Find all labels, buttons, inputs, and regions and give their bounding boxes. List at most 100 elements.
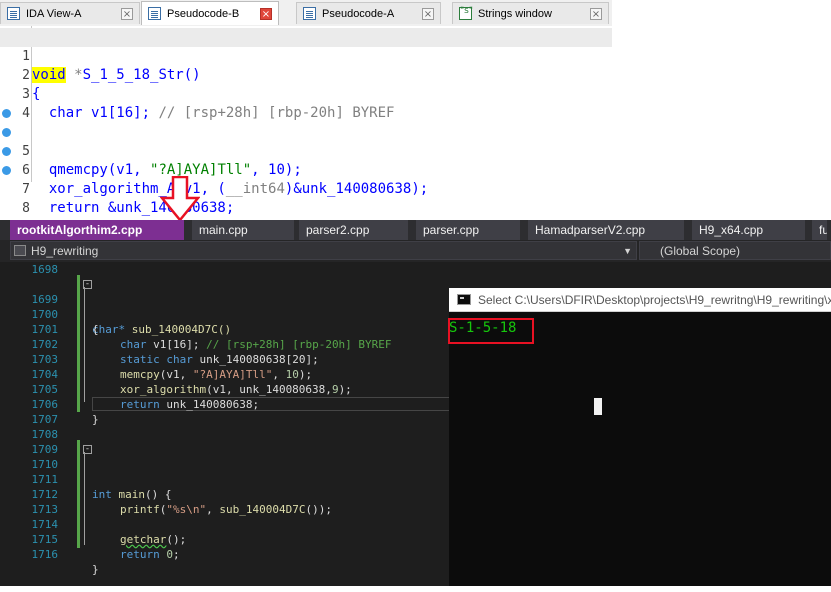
tab-label: H9_x64.cpp <box>699 223 764 237</box>
tab-label: HamadparserV2.cpp <box>535 223 646 237</box>
changed-lines-bar <box>77 275 80 412</box>
tab-pseudocode-a[interactable]: Pseudocode-A × <box>296 2 441 24</box>
close-icon[interactable]: × <box>121 7 133 20</box>
tab-hamadparserv2-cpp[interactable]: HamadparserV2.cpp <box>528 220 688 240</box>
outline-line <box>84 452 85 545</box>
breakpoint-dot-icon[interactable] <box>2 166 11 175</box>
code-text: char v1[16]; // [rsp+28h] [rbp-20h] BYRE… <box>120 338 392 351</box>
line-number: 8 <box>22 201 30 216</box>
console-title: Select C:\Users\DFIR\Desktop\projects\H9… <box>478 293 831 307</box>
code-text: return &unk_140080638; <box>32 200 235 216</box>
project-icon <box>14 245 26 256</box>
line-number: 1716 <box>31 548 59 561</box>
breakpoint-dot-icon[interactable] <box>2 128 11 137</box>
code-line[interactable]: 6 xor_algorithm_A(v1, (__int64)&unk_1400… <box>0 123 612 197</box>
tab-main-cpp[interactable]: main.cpp <box>192 220 298 240</box>
code-text: } <box>92 413 99 426</box>
tab-pseudocode-b[interactable]: Pseudocode-B × <box>141 1 279 25</box>
code-text: int main() { <box>92 488 172 501</box>
tab-label: parser2.cpp <box>306 223 370 237</box>
tab-label: Pseudocode-A <box>322 7 395 20</box>
ida-pseudocode-view[interactable]: 1 void *S_1_5_18_Str() 2 { 3 char v1[16]… <box>0 26 612 235</box>
code-line[interactable]: 1702 static char unk_140080638[20]; <box>0 322 319 366</box>
code-line[interactable]: 1701 char v1[16]; // [rsp+28h] [rbp-20h]… <box>0 307 392 351</box>
code-line[interactable]: 1704 xor_algorithm(v1, unk_140080638,9); <box>0 352 352 396</box>
breakpoint-dot-icon[interactable] <box>2 147 11 156</box>
close-icon[interactable]: × <box>422 7 434 20</box>
code-text: } <box>92 563 99 576</box>
code-text: char* sub_140004D7C() <box>92 323 232 336</box>
code-text: xor_algorithm_A(v1, (__int64)&unk_140080… <box>32 181 429 197</box>
code-line[interactable]: 1716 } <box>0 532 99 576</box>
disassembly-view-icon <box>7 7 20 20</box>
project-dropdown-value: H9_rewriting <box>31 244 99 258</box>
code-line[interactable]: 2 { <box>0 47 612 102</box>
close-icon[interactable]: × <box>260 7 272 20</box>
code-line[interactable]: 1699 - char* sub_140004D7C() <box>0 277 232 337</box>
code-line[interactable]: 1714 getchar(); <box>0 502 187 546</box>
vs-tab-bar: rootkitAlgorthim2.cpp main.cpp parser2.c… <box>0 220 831 240</box>
console-app-icon <box>457 294 471 305</box>
red-down-arrow-icon <box>160 176 200 222</box>
code-line[interactable]: 3 char v1[16]; // [rsp+28h] [rbp-20h] BY… <box>0 66 612 121</box>
code-line[interactable]: 7 return &unk_140080638; <box>0 142 612 216</box>
pseudocode-icon <box>303 7 316 20</box>
code-line[interactable]: 1709 <box>0 427 59 456</box>
tab-label: IDA View-A <box>26 7 82 20</box>
tab-label: fun <box>819 223 830 237</box>
collapse-icon[interactable]: - <box>83 280 92 289</box>
code-line[interactable]: 1708 <box>0 412 59 441</box>
code-line[interactable]: 1700 { <box>0 292 99 336</box>
code-line[interactable]: 1706 } <box>0 382 99 426</box>
text-cursor <box>594 398 602 415</box>
code-line[interactable]: 1703 memcpy(v1, "?A]AYA]Tll", 10); <box>0 337 313 381</box>
code-line[interactable]: 1715 return 0; <box>0 517 180 561</box>
code-line[interactable]: 4 <box>0 85 612 121</box>
scope-dropdown-value: (Global Scope) <box>660 244 741 258</box>
navigation-bar: H9_rewriting ▼ (Global Scope) <box>0 240 831 263</box>
changed-lines-bar <box>77 440 80 548</box>
tab-parser-cpp[interactable]: parser.cpp <box>416 220 524 240</box>
code-text: xor_algorithm(v1, unk_140080638,9); <box>120 383 352 396</box>
collapse-icon[interactable]: - <box>83 445 92 454</box>
strings-icon <box>459 6 473 20</box>
tab-label: main.cpp <box>199 223 248 237</box>
tab-label: parser.cpp <box>423 223 480 237</box>
tab-fun[interactable]: fun <box>812 220 831 240</box>
code-text: static char unk_140080638[20]; <box>120 353 319 366</box>
project-dropdown[interactable]: H9_rewriting ▼ <box>10 241 637 260</box>
outline-line <box>84 287 85 402</box>
chevron-down-icon: ▼ <box>623 246 632 256</box>
tab-label: rootkitAlgorthim2.cpp <box>17 223 143 237</box>
close-icon[interactable]: × <box>590 7 602 20</box>
breakpoint-dot-icon[interactable] <box>2 109 11 118</box>
code-text: memcpy(v1, "?A]AYA]Tll", 10); <box>120 368 313 381</box>
pseudocode-icon <box>148 7 161 20</box>
code-line[interactable]: 1707 <box>0 397 59 426</box>
scope-dropdown[interactable]: (Global Scope) <box>639 241 831 260</box>
ida-tab-bar: IDA View-A × Pseudocode-B × Pseudocode-A… <box>0 0 612 27</box>
console-title-bar[interactable]: Select C:\Users\DFIR\Desktop\projects\H9… <box>449 288 831 312</box>
code-text: return unk_140080638; <box>120 398 260 411</box>
code-text: return 0; <box>120 548 180 561</box>
tab-label: Pseudocode-B <box>167 7 240 20</box>
code-line[interactable]: 1710 - int main() { <box>0 442 172 502</box>
tab-strings-window[interactable]: Strings window × <box>452 2 609 24</box>
code-line[interactable]: 8 } <box>0 161 612 235</box>
code-line[interactable]: 1711 <box>0 457 59 486</box>
code-text: { <box>92 323 99 336</box>
output-highlight-box <box>448 318 534 344</box>
tab-rootkitalgorthim2-cpp[interactable]: rootkitAlgorthim2.cpp <box>10 220 188 240</box>
tab-label: Strings window <box>478 7 552 20</box>
tab-h9-x64-cpp[interactable]: H9_x64.cpp <box>692 220 809 240</box>
code-line[interactable]: 1 void *S_1_5_18_Str() <box>0 28 612 83</box>
code-line[interactable]: 1705 return unk_140080638; <box>0 367 260 411</box>
code-text: printf("%s\n", sub_140004D7C()); <box>120 503 332 516</box>
code-line[interactable]: 1712 printf("%s\n", sub_140004D7C()); <box>0 472 332 516</box>
line-number: 1698 <box>31 263 59 276</box>
code-text: getchar(); <box>120 533 187 546</box>
tab-ida-view-a[interactable]: IDA View-A × <box>0 2 140 24</box>
code-line[interactable]: 5 qmemcpy(v1, "?A]AYA]Tll", 10); <box>0 104 612 178</box>
tab-parser2-cpp[interactable]: parser2.cpp <box>299 220 412 240</box>
code-line[interactable]: 1713 <box>0 487 59 516</box>
